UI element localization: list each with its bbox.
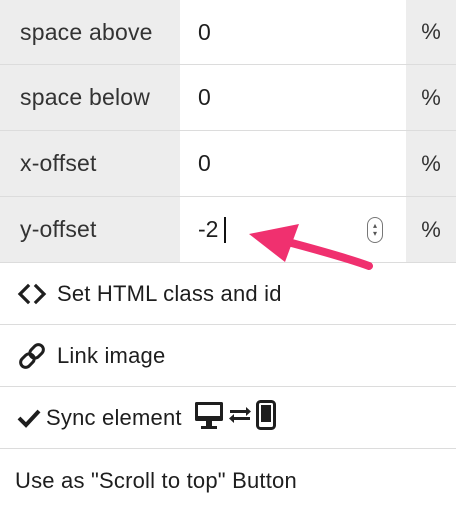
text-caret — [224, 217, 226, 243]
annotation-arrow — [249, 224, 373, 270]
space-below-label: space below — [0, 65, 180, 130]
field-row-x-offset: x-offset % — [0, 131, 456, 197]
annotation-arrow-head — [249, 224, 299, 262]
field-row-space-below: space below % — [0, 65, 456, 131]
field-row-space-above: space above % — [0, 0, 456, 65]
sync-element-button[interactable]: Sync element — [0, 387, 456, 449]
scroll-to-top-label: Use as "Scroll to top" Button — [15, 468, 297, 493]
space-above-label: space above — [0, 0, 180, 64]
code-icon — [17, 283, 47, 305]
scroll-to-top-button[interactable]: Use as "Scroll to top" Button — [0, 449, 456, 513]
link-icon — [17, 342, 47, 370]
space-below-input[interactable] — [198, 84, 348, 111]
x-offset-input[interactable] — [198, 150, 348, 177]
link-image-label: Link image — [57, 342, 166, 368]
sync-device-icons — [194, 399, 276, 436]
space-below-input-cell[interactable] — [180, 65, 406, 130]
set-html-class-label: Set HTML class and id — [57, 280, 282, 306]
space-above-input[interactable] — [198, 18, 348, 46]
y-offset-unit: % — [406, 197, 456, 262]
mobile-icon — [255, 399, 276, 436]
link-image-button[interactable]: Link image — [0, 325, 456, 387]
field-row-y-offset: y-offset ▴ ▾ % — [0, 197, 456, 263]
sync-arrows-icon — [228, 404, 252, 432]
sync-element-label: Sync element — [46, 404, 182, 430]
desktop-icon — [194, 400, 224, 436]
y-offset-label: y-offset — [0, 197, 180, 262]
x-offset-label: x-offset — [0, 131, 180, 196]
x-offset-unit: % — [406, 131, 456, 196]
space-below-unit: % — [406, 65, 456, 130]
settings-panel: space above % space below % x-offset % y… — [0, 0, 456, 513]
x-offset-input-cell[interactable] — [180, 131, 406, 196]
space-above-input-cell[interactable] — [180, 0, 406, 64]
set-html-class-button[interactable]: Set HTML class and id — [0, 263, 456, 325]
checkmark-icon — [17, 408, 41, 428]
space-above-unit: % — [406, 0, 456, 64]
